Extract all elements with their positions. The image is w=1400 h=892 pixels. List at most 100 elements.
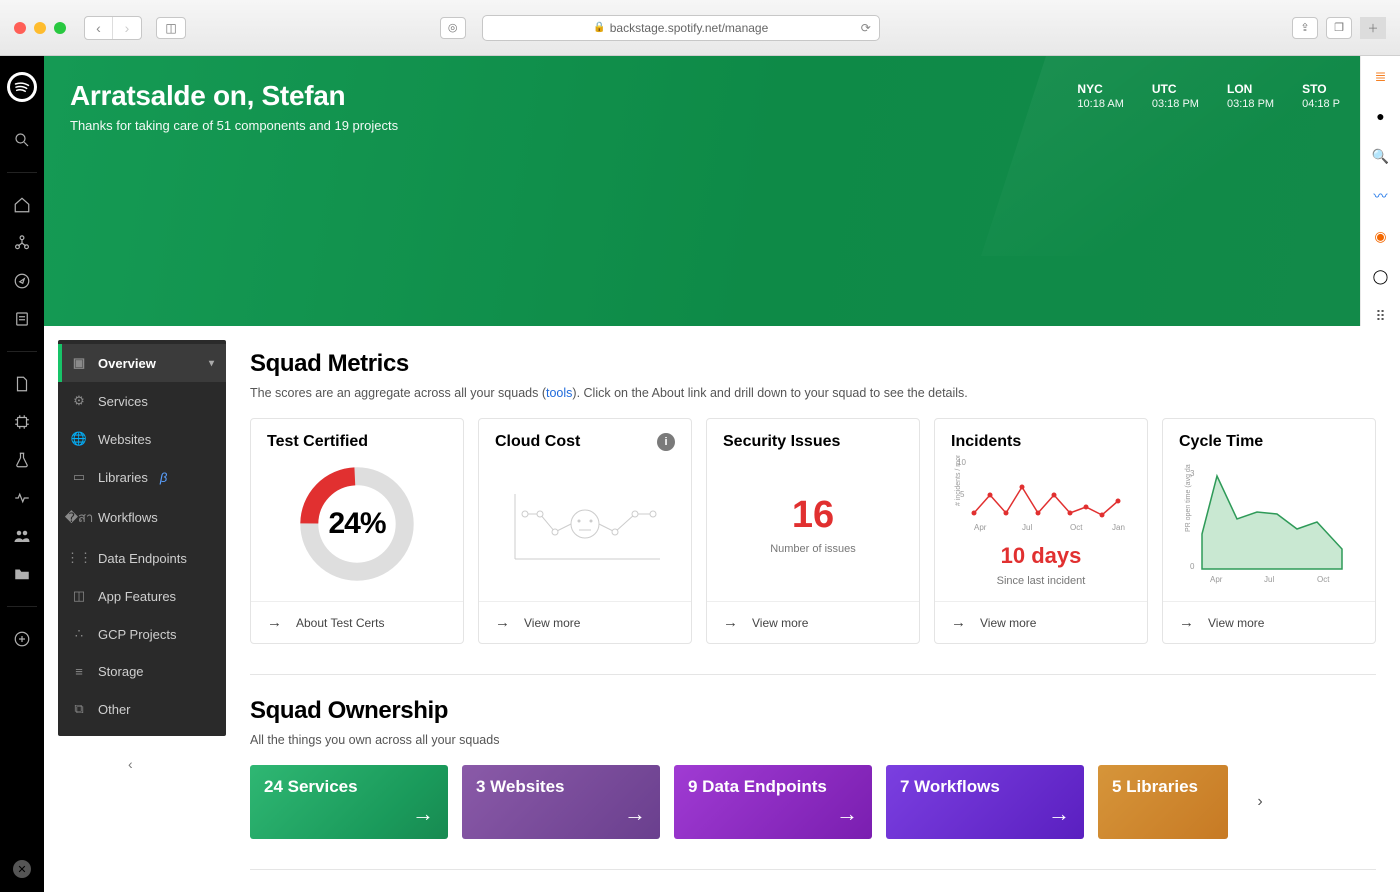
box-icon: ◫	[70, 588, 88, 604]
tile-workflows[interactable]: 7 Workflows→	[886, 765, 1084, 839]
clock-city: LON	[1227, 82, 1274, 96]
folder-icon[interactable]	[12, 564, 32, 584]
tile-label: 5 Libraries	[1112, 777, 1214, 797]
cloud-cost-placeholder	[505, 474, 665, 574]
tile-label: 24 Services	[264, 777, 434, 797]
sidebar-item-storage[interactable]: ≡ Storage	[58, 653, 226, 690]
team-icon[interactable]: ⠿	[1371, 306, 1391, 326]
incidents-value: 10 days	[1001, 543, 1082, 569]
clock-time: 10:18 AM	[1077, 98, 1123, 110]
url-bar[interactable]: 🔒 backstage.spotify.net/manage ⟳	[482, 15, 880, 41]
tile-label: 3 Websites	[476, 777, 646, 797]
sidebar-item-data-endpoints[interactable]: ⋮⋮Data Endpoints	[58, 539, 226, 577]
card-footer-link[interactable]: →View more	[707, 601, 919, 643]
card-title: Test Certified	[267, 433, 368, 451]
zoom-window-button[interactable]	[54, 22, 66, 34]
storage-icon: ≡	[70, 664, 88, 679]
sidebar-item-gcp-projects[interactable]: ∴ GCP Projects	[58, 615, 226, 653]
add-icon[interactable]	[12, 629, 32, 649]
card-title: Security Issues	[723, 433, 840, 451]
forward-button[interactable]: ›	[113, 17, 141, 39]
sidebar-item-services[interactable]: ⚙Services	[58, 382, 226, 420]
cycle-time-chart: 3 0 PR open time (avg days) Apr Jul Oct	[1182, 464, 1357, 584]
search-icon[interactable]	[12, 130, 32, 150]
sidebar-item-label: Websites	[98, 432, 151, 447]
explore-icon[interactable]	[12, 271, 32, 291]
incidents-sublabel: Since last incident	[997, 575, 1086, 587]
side-menu: ▣Overview▾ ⚙Services 🌐Websites ▭Librarie…	[58, 340, 226, 736]
tile-label: 7 Workflows	[900, 777, 1070, 797]
world-clocks: NYC10:18 AM UTC03:18 PM LON03:18 PM STO0…	[1077, 82, 1340, 110]
tile-libraries[interactable]: 5 Libraries	[1098, 765, 1228, 839]
org-icon[interactable]	[12, 233, 32, 253]
svg-text:0: 0	[1190, 562, 1195, 571]
minimize-window-button[interactable]	[34, 22, 46, 34]
home-icon[interactable]	[12, 195, 32, 215]
share-button[interactable]: ⇪	[1292, 17, 1318, 39]
dismiss-icon[interactable]: ✕	[13, 860, 31, 878]
card-title: Cycle Time	[1179, 433, 1263, 451]
globe-icon: 🌐	[70, 431, 88, 447]
collapse-sidemenu-button[interactable]: ‹	[128, 756, 133, 772]
endpoints-icon: ⋮⋮	[70, 550, 88, 566]
sidebar-item-label: Overview	[98, 356, 156, 371]
google-icon[interactable]: ◯	[1371, 266, 1391, 286]
search-shortcut-icon[interactable]: 🔍	[1371, 146, 1391, 166]
tile-data-endpoints[interactable]: 9 Data Endpoints→	[674, 765, 872, 839]
sidebar-item-overview[interactable]: ▣Overview▾	[58, 344, 226, 382]
grafana-icon[interactable]: ◉	[1371, 226, 1391, 246]
sidebar-toggle-button[interactable]: ◫	[156, 17, 186, 39]
svg-text:Jul: Jul	[1022, 523, 1032, 532]
spotify-logo[interactable]	[7, 72, 37, 102]
svg-text:Jul: Jul	[1264, 575, 1274, 584]
chevron-down-icon: ▾	[209, 358, 214, 369]
sidebar-item-websites[interactable]: 🌐 Websites	[58, 420, 226, 458]
tile-services[interactable]: 24 Services→	[250, 765, 448, 839]
tile-label: 9 Data Endpoints	[688, 777, 858, 797]
clock-time: 04:18 P	[1302, 98, 1340, 110]
chip-icon[interactable]	[12, 412, 32, 432]
card-footer-link[interactable]: →View more	[935, 601, 1147, 643]
docs-icon[interactable]	[12, 309, 32, 329]
sidebar-item-label: GCP Projects	[98, 627, 177, 642]
stackoverflow-icon[interactable]: ≣	[1371, 66, 1391, 86]
sidebar-item-label: App Features	[98, 589, 176, 604]
sidebar-item-label: Storage	[98, 664, 144, 679]
refresh-icon[interactable]: ⟳	[861, 21, 871, 35]
section-subtitle-ownership: All the things you own across all your s…	[250, 733, 1376, 747]
tile-websites[interactable]: 3 Websites→	[462, 765, 660, 839]
svg-text:Oct: Oct	[1317, 575, 1330, 584]
privacy-shield-button[interactable]: ◎	[440, 17, 466, 39]
tools-link[interactable]: tools	[546, 386, 572, 400]
clock-time: 03:18 PM	[1227, 98, 1274, 110]
file-icon[interactable]	[12, 374, 32, 394]
scroll-right-button[interactable]: ›	[1246, 788, 1274, 816]
info-icon[interactable]: i	[657, 433, 675, 451]
section-subtitle-metrics: The scores are an aggregate across all y…	[250, 386, 1376, 400]
sidebar-item-app-features[interactable]: ◫ App Features	[58, 577, 226, 615]
tabs-button[interactable]: ❐	[1326, 17, 1352, 39]
donut-value: 24%	[294, 461, 420, 587]
security-sublabel: Number of issues	[770, 543, 856, 555]
wave-icon[interactable]: 〰	[1371, 186, 1391, 206]
card-footer-link[interactable]: →About Test Certs	[251, 601, 463, 643]
card-footer-link[interactable]: →View more	[479, 601, 691, 643]
book-icon: ▭	[70, 469, 88, 485]
back-button[interactable]: ‹	[85, 17, 113, 39]
sidebar-item-other[interactable]: ⧉Other	[58, 690, 226, 728]
spotify-shortcut-icon[interactable]: ●	[1371, 106, 1391, 126]
people-icon[interactable]	[12, 526, 32, 546]
greeting-subtitle: Thanks for taking care of 51 components …	[70, 118, 1334, 133]
close-window-button[interactable]	[14, 22, 26, 34]
card-footer-link[interactable]: →View more	[1163, 601, 1375, 643]
right-shortcut-rail: ≣ ● 🔍 〰 ◉ ◯ ⠿	[1360, 56, 1400, 326]
sidebar-item-libraries[interactable]: ▭Librariesβ	[58, 458, 226, 496]
security-count: 16	[792, 494, 834, 537]
sidebar-item-workflows[interactable]: �สาWorkflows	[58, 496, 226, 539]
nodes-icon: ∴	[70, 626, 88, 642]
new-tab-button[interactable]: ＋	[1360, 17, 1386, 39]
flask-icon[interactable]	[12, 450, 32, 470]
sidebar-item-label: Services	[98, 394, 148, 409]
health-icon[interactable]	[12, 488, 32, 508]
nav-arrows: ‹ ›	[84, 16, 142, 40]
